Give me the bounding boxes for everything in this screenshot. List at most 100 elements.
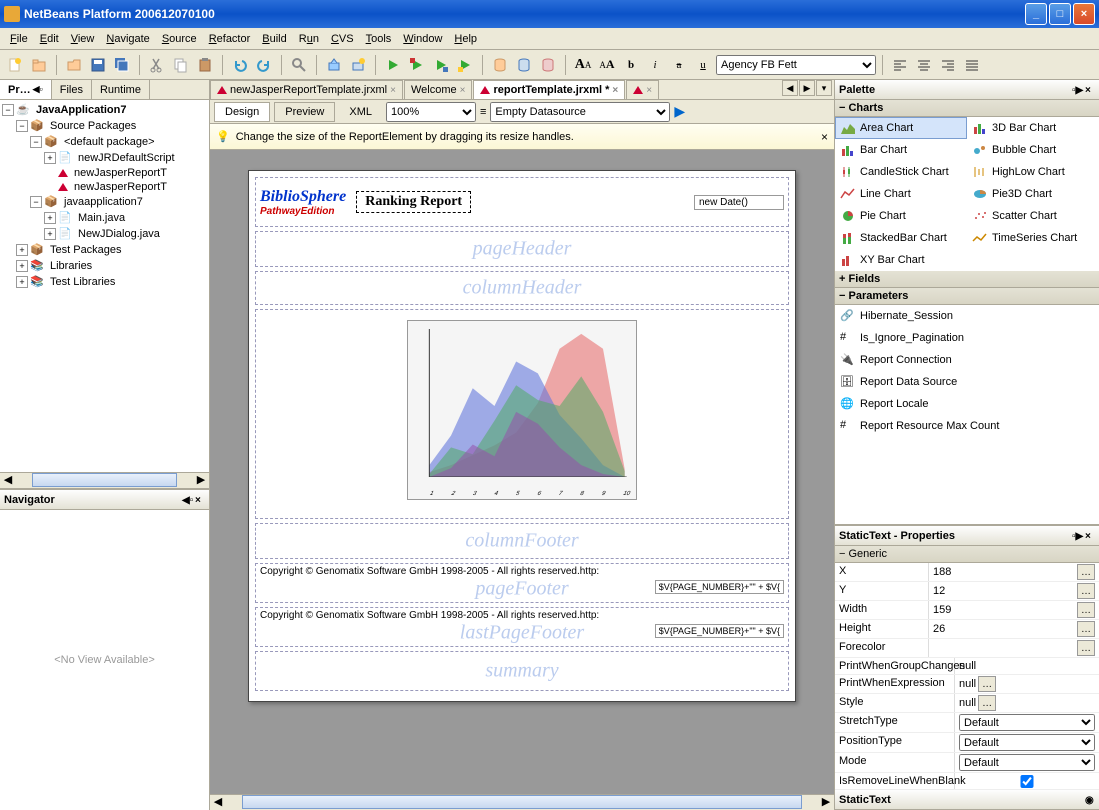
editor-tab-4[interactable]: ×	[626, 80, 659, 99]
palette-pie-chart[interactable]: Pie Chart	[835, 205, 967, 227]
editor-tab-1[interactable]: newJasperReportTemplate.jrxml×	[210, 80, 403, 99]
pageheader-band[interactable]: pageHeader	[255, 231, 789, 267]
font-select[interactable]: Agency FB Fett	[716, 55, 876, 75]
align-right-button[interactable]	[937, 54, 959, 76]
menu-help[interactable]: Help	[448, 31, 483, 47]
prop-width-input[interactable]	[933, 604, 1075, 616]
columnfooter-band[interactable]: columnFooter	[255, 523, 789, 559]
columnheader-band[interactable]: columnHeader	[255, 271, 789, 305]
zoom-select[interactable]: 100%	[386, 102, 476, 122]
prop-edit-button[interactable]: …	[1077, 640, 1095, 656]
copyright-text[interactable]: Copyright © Genomatix Software GmbH 1998…	[260, 566, 599, 577]
menu-build[interactable]: Build	[256, 31, 292, 47]
tab-next-button[interactable]: ▶	[799, 80, 815, 96]
pagefooter-band[interactable]: Copyright © Genomatix Software GmbH 1998…	[255, 563, 789, 603]
text-normal-button[interactable]: AA	[572, 54, 594, 76]
redo-button[interactable]	[253, 54, 275, 76]
project-tree[interactable]: −☕JavaApplication7 −📦Source Packages −📦<…	[0, 100, 209, 472]
copyright-text[interactable]: Copyright © Genomatix Software GmbH 1998…	[260, 610, 599, 621]
palette-timeseries-chart[interactable]: TimeSeries Chart	[967, 227, 1099, 249]
open-button[interactable]	[63, 54, 85, 76]
prop-mode-select[interactable]: Default	[959, 754, 1095, 771]
minimize-icon[interactable]: ▫▶	[1072, 85, 1082, 95]
paste-button[interactable]	[194, 54, 216, 76]
menu-source[interactable]: Source	[156, 31, 203, 47]
close-icon[interactable]: ×	[195, 495, 205, 505]
text-small-button[interactable]: AA	[596, 54, 618, 76]
chart-element[interactable]: 12345678910	[407, 320, 637, 500]
param-ignore-pagination[interactable]: #Is_Ignore_Pagination	[835, 327, 1099, 349]
prop-edit-button[interactable]: …	[1077, 602, 1095, 618]
prop-stretchtype-select[interactable]: Default	[959, 714, 1095, 731]
undo-button[interactable]	[229, 54, 251, 76]
close-icon[interactable]: ×	[1085, 531, 1095, 541]
palette-bubble-chart[interactable]: Bubble Chart	[967, 139, 1099, 161]
menu-file[interactable]: File	[4, 31, 34, 47]
detail-band[interactable]: 12345678910	[255, 309, 789, 519]
design-tab[interactable]: Design	[214, 102, 270, 122]
summary-band[interactable]: summary	[255, 651, 789, 691]
prop-removeline-checkbox[interactable]	[959, 775, 1095, 788]
menu-navigate[interactable]: Navigate	[100, 31, 155, 47]
datasource-select[interactable]: Empty Datasource	[490, 102, 670, 122]
lastpagefooter-band[interactable]: Copyright © Genomatix Software GmbH 1998…	[255, 607, 789, 647]
palette-cat-params[interactable]: − Parameters	[835, 288, 1099, 305]
param-resource-max[interactable]: #Report Resource Max Count	[835, 415, 1099, 437]
palette-highlow-chart[interactable]: HighLow Chart	[967, 161, 1099, 183]
palette-area-chart[interactable]: Area Chart	[835, 117, 967, 139]
param-locale[interactable]: 🌐Report Locale	[835, 393, 1099, 415]
param-connection[interactable]: 🔌Report Connection	[835, 349, 1099, 371]
debug-button[interactable]	[406, 54, 428, 76]
prop-positiontype-select[interactable]: Default	[959, 734, 1095, 751]
tab-prev-button[interactable]: ◀	[782, 80, 798, 96]
prop-edit-button[interactable]: …	[1077, 564, 1095, 580]
prop-x-input[interactable]	[933, 566, 1075, 578]
palette-3dbar-chart[interactable]: 3D Bar Chart	[967, 117, 1099, 139]
run-report-button[interactable]: ▶	[674, 103, 694, 121]
align-justify-button[interactable]	[961, 54, 983, 76]
pagenum-field[interactable]: $V{PAGE_NUMBER}+"" + $V{	[655, 580, 784, 594]
param-hibernate[interactable]: 🔗Hibernate_Session	[835, 305, 1099, 327]
close-icon[interactable]: ×	[1085, 85, 1095, 95]
prop-height-input[interactable]	[933, 623, 1075, 635]
db2-button[interactable]	[513, 54, 535, 76]
align-center-button[interactable]	[913, 54, 935, 76]
debug-main-button[interactable]	[454, 54, 476, 76]
run-button[interactable]	[382, 54, 404, 76]
prop-forecolor-input[interactable]	[933, 642, 1075, 654]
palette-bar-chart[interactable]: Bar Chart	[835, 139, 967, 161]
prop-y-input[interactable]	[933, 585, 1075, 597]
static-text-element[interactable]: Ranking Report	[356, 191, 471, 213]
menu-cvs[interactable]: CVS	[325, 31, 360, 47]
palette-cat-fields[interactable]: + Fields	[835, 271, 1099, 288]
save-all-button[interactable]	[111, 54, 133, 76]
close-icon[interactable]: ×	[612, 85, 618, 96]
find-button[interactable]	[288, 54, 310, 76]
strike-button[interactable]: a	[668, 54, 690, 76]
copy-button[interactable]	[170, 54, 192, 76]
menu-refactor[interactable]: Refactor	[203, 31, 257, 47]
xml-tab[interactable]: XML	[339, 103, 382, 121]
report-designer[interactable]: BiblioSphere PathwayEdition Ranking Repo…	[210, 150, 834, 794]
cut-button[interactable]	[146, 54, 168, 76]
preview-tab[interactable]: Preview	[274, 102, 335, 122]
prop-edit-button[interactable]: …	[978, 676, 996, 692]
close-button[interactable]: ×	[1073, 3, 1095, 25]
db3-button[interactable]	[537, 54, 559, 76]
prop-edit-button[interactable]: …	[978, 695, 996, 711]
projects-tab[interactable]: Pr… ◀▫	[0, 80, 52, 99]
title-band[interactable]: BiblioSphere PathwayEdition Ranking Repo…	[255, 177, 789, 227]
maximize-button[interactable]: □	[1049, 3, 1071, 25]
menu-edit[interactable]: Edit	[34, 31, 65, 47]
tab-list-button[interactable]: ▾	[816, 80, 832, 96]
align-left-button[interactable]	[889, 54, 911, 76]
runtime-tab[interactable]: Runtime	[92, 80, 150, 99]
palette-xybar-chart[interactable]: XY Bar Chart	[835, 249, 967, 271]
minimize-icon[interactable]: ▫▶	[1072, 531, 1082, 541]
help-icon[interactable]: ◉	[1085, 795, 1095, 805]
underline-button[interactable]: u	[692, 54, 714, 76]
close-icon[interactable]: ×	[646, 85, 652, 96]
minimize-button[interactable]: _	[1025, 3, 1047, 25]
build-button[interactable]	[323, 54, 345, 76]
menu-run[interactable]: Run	[293, 31, 325, 47]
